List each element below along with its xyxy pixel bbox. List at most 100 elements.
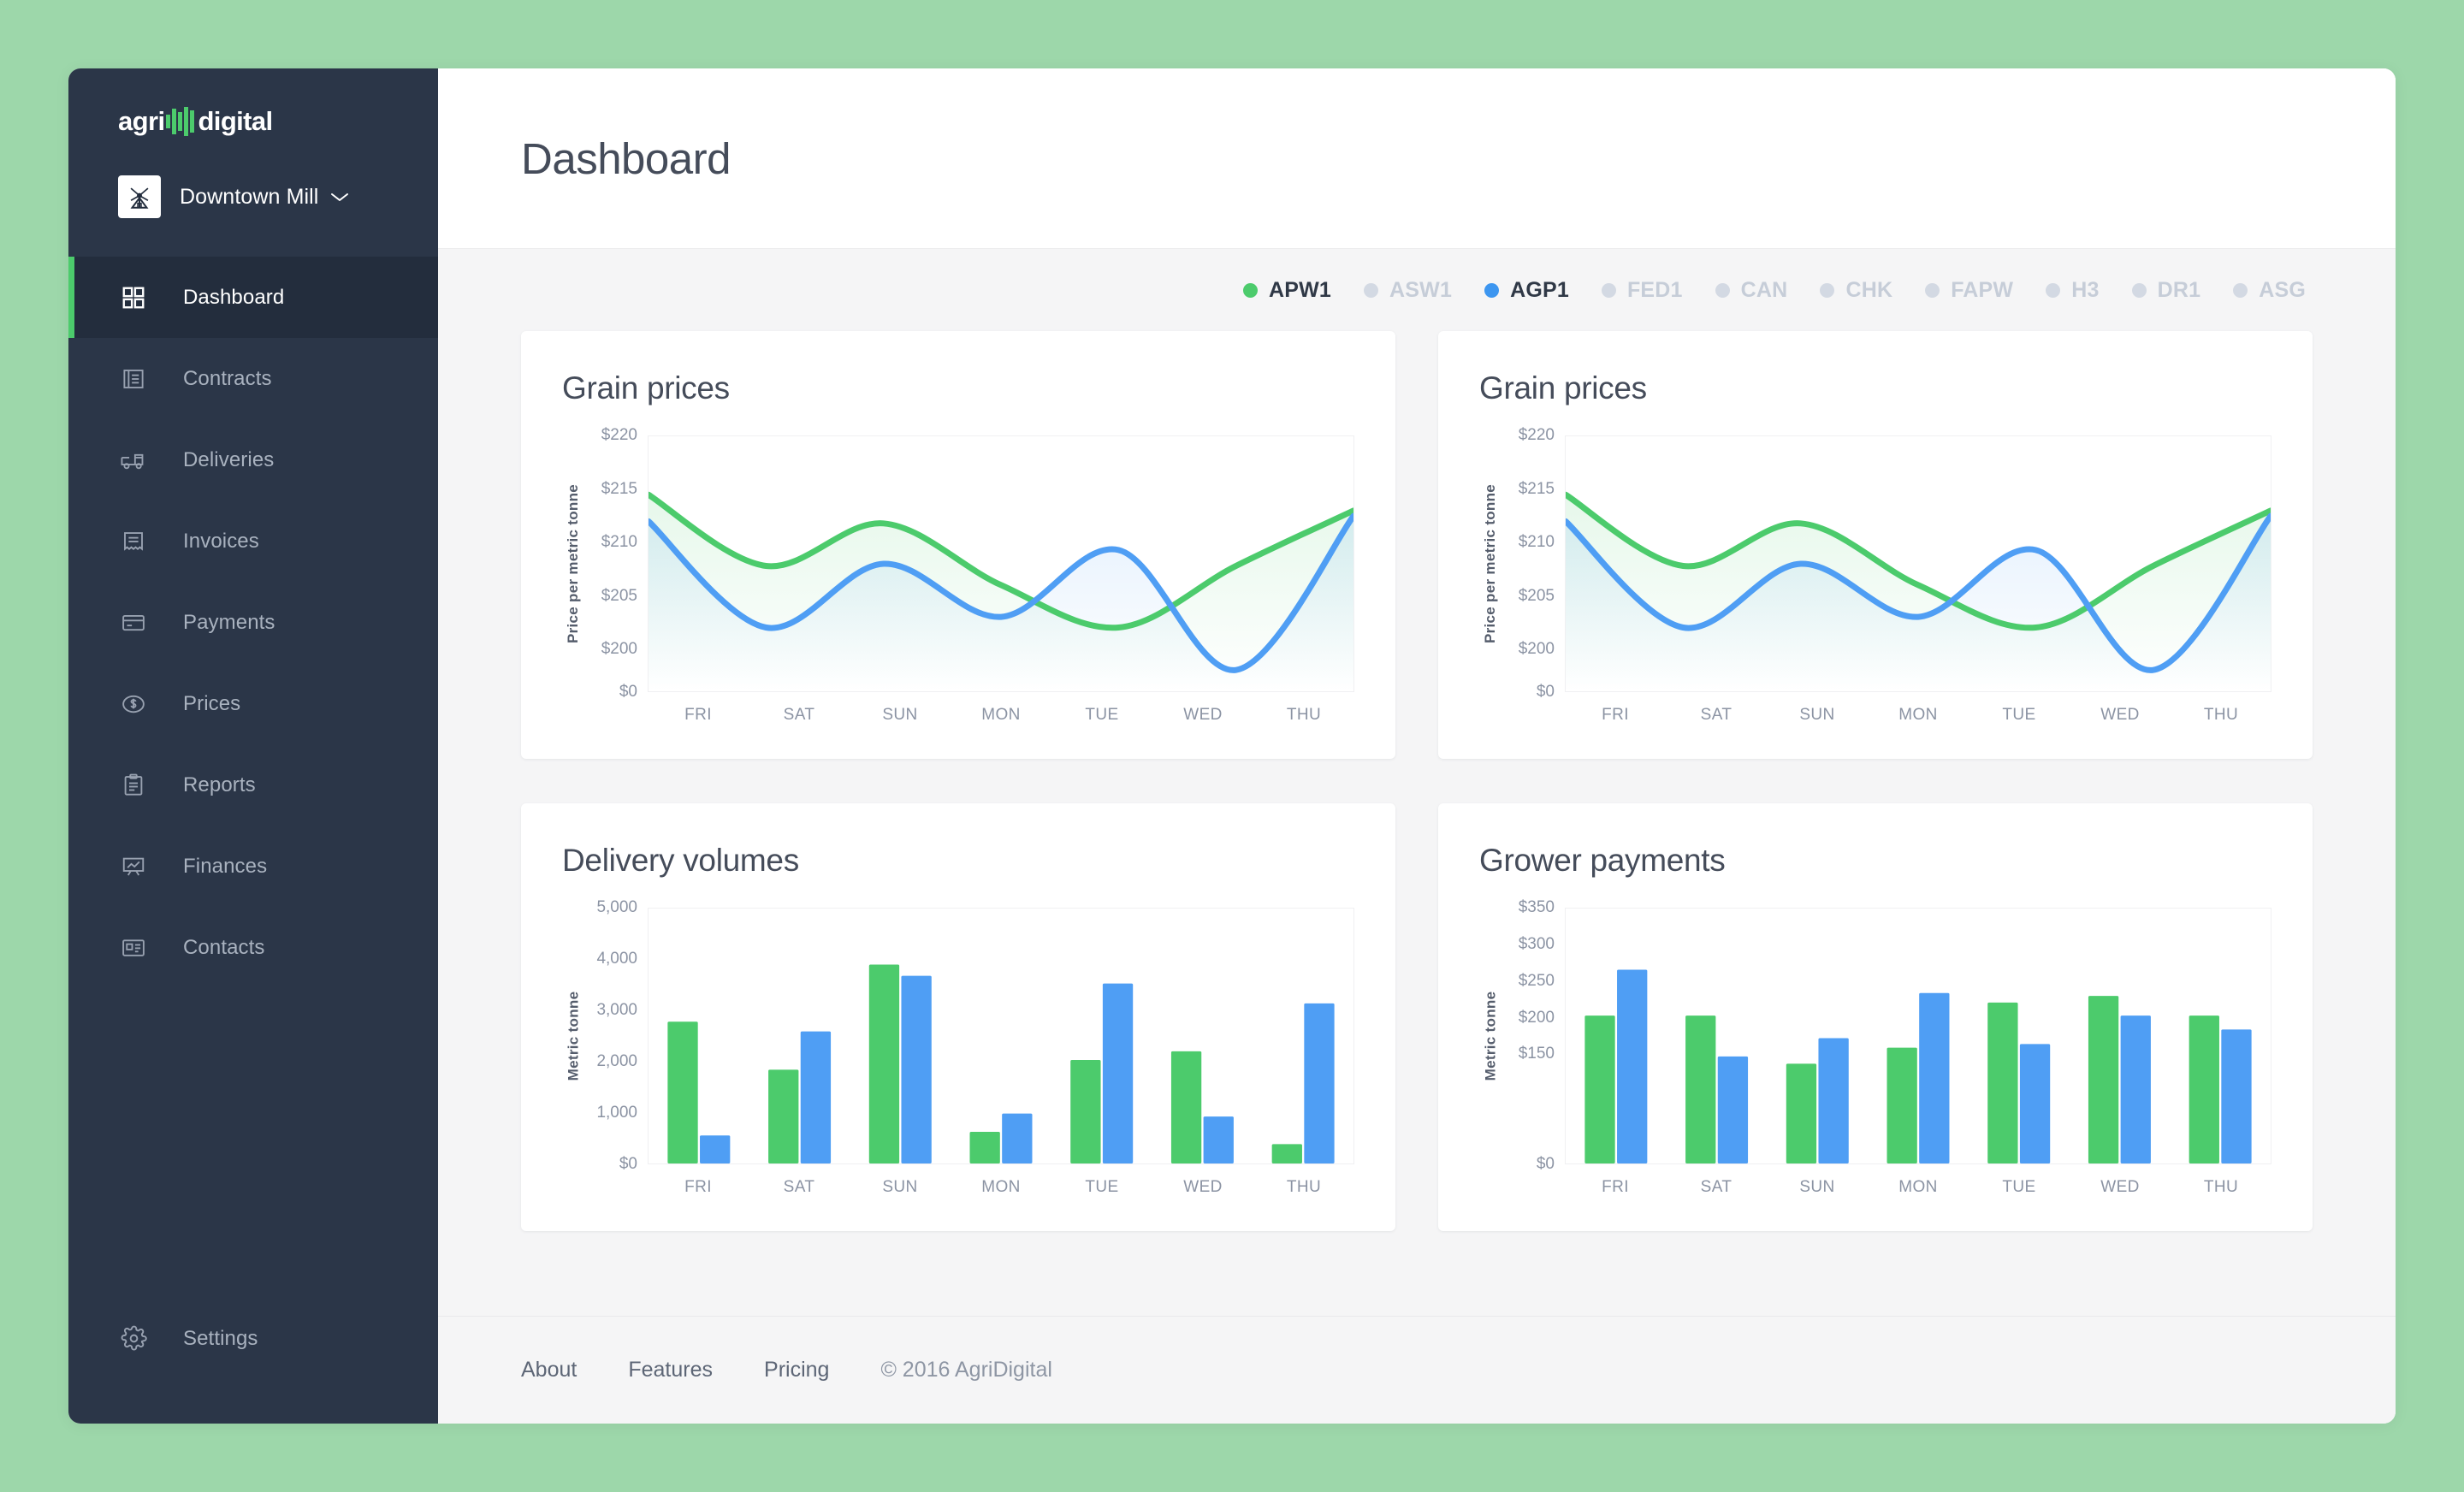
y-tick-label: $210: [1518, 533, 1555, 551]
x-tick-label: MON: [981, 1178, 1021, 1196]
x-tick-label: FRI: [684, 706, 712, 724]
y-tick-label: 5,000: [596, 898, 637, 916]
y-tick-label: $220: [601, 426, 637, 444]
sidebar: agri digital Downtown Mill Dashboard Con…: [68, 68, 438, 1424]
plot-area: [1565, 435, 2272, 692]
legend-label: DR1: [2157, 277, 2201, 302]
sidebar-item-invoices[interactable]: Invoices: [68, 500, 438, 582]
sidebar-item-finances[interactable]: Finances: [68, 826, 438, 907]
sidebar-item-prices[interactable]: Prices: [68, 663, 438, 744]
legend-label: FED1: [1626, 277, 1683, 302]
sidebar-item-reports[interactable]: Reports: [68, 744, 438, 826]
y-tick-label: $205: [601, 586, 637, 605]
legend-item-asw1[interactable]: ASW1: [1364, 278, 1452, 303]
legend-item-chk[interactable]: CHK: [1820, 278, 1892, 303]
card-title: Grain prices: [1479, 370, 1647, 406]
legend-dot-icon: [1820, 282, 1835, 298]
y-axis-ticks: 5,000 4,000 3,000 2,000 1,000 $0: [584, 898, 648, 1173]
legend-dot-icon: [1484, 282, 1500, 298]
legend-dot-icon: [2131, 282, 2147, 298]
credit-card-icon: [118, 607, 149, 638]
footer-link-pricing[interactable]: Pricing: [764, 1358, 829, 1382]
y-tick-label: $215: [601, 479, 637, 498]
legend-item-agp1[interactable]: AGP1: [1484, 278, 1569, 303]
legend-item-apw1[interactable]: APW1: [1243, 278, 1331, 303]
y-tick-label: $0: [619, 1155, 637, 1173]
contact-card-icon: [118, 932, 149, 963]
legend-dot-icon: [1364, 282, 1379, 298]
y-tick-label: $350: [1518, 898, 1555, 916]
y-axis-ticks: $220 $215 $210 $205 $200 $0: [584, 426, 648, 701]
x-axis-row: FRI SAT SUN MON TUE WED THU: [562, 692, 1354, 725]
truck-icon: [118, 445, 149, 476]
sidebar-nav: Dashboard Contracts Deliveries Invoices: [68, 257, 438, 1298]
card-grain-prices-right: Grain prices Price per metric tonne $220…: [1438, 331, 2313, 759]
legend-dot-icon: [1601, 282, 1616, 298]
x-tick-label: WED: [1183, 1178, 1223, 1196]
sidebar-item-contracts[interactable]: Contracts: [68, 338, 438, 419]
legend-label: AGP1: [1510, 277, 1569, 302]
footer-link-about[interactable]: About: [521, 1358, 577, 1382]
legend-item-dr1[interactable]: DR1: [2131, 277, 2201, 303]
chevron-down-icon[interactable]: [330, 192, 349, 203]
legend-item-h3[interactable]: H3: [2046, 278, 2099, 303]
footer-link-features[interactable]: Features: [628, 1358, 713, 1382]
plot-area: [1565, 908, 2272, 1164]
x-axis-row: FRI SAT SUN MON TUE WED THU: [562, 1164, 1354, 1197]
y-tick-label: 4,000: [596, 950, 637, 968]
org-switcher[interactable]: Downtown Mill: [68, 175, 438, 219]
x-tick-label: TUE: [2002, 1178, 2036, 1196]
y-axis-title: Metric tonne: [1482, 991, 1499, 1081]
chart-delivery-volumes: Metric tonne 5,000 4,000 3,000 2,000 1,000 $0: [562, 898, 1354, 1173]
legend-label: APW1: [1269, 277, 1332, 302]
x-tick-label: SUN: [1799, 706, 1835, 724]
y-tick-label: $0: [1536, 1155, 1555, 1173]
legend-item-can[interactable]: CAN: [1715, 278, 1788, 303]
sidebar-item-label: Finances: [183, 854, 268, 878]
receipt-icon: [118, 526, 149, 557]
legend-dot-icon: [1925, 282, 1940, 298]
legend-item-asg[interactable]: ASG: [2233, 278, 2306, 303]
legend-item-fed1[interactable]: FED1: [1601, 277, 1683, 303]
y-tick-label: 2,000: [596, 1052, 637, 1070]
page-header: Dashboard: [438, 68, 2396, 249]
chart-grain-prices-right: Price per metric tonne $220 $215 $210 $205 $…: [1479, 426, 2272, 701]
sidebar-item-payments[interactable]: Payments: [68, 582, 438, 663]
sidebar-item-label: Invoices: [183, 529, 259, 553]
card-grower-payments: Grower payments Metric tonne $350 $300 $25…: [1438, 803, 2313, 1231]
logo-text-right: digital: [198, 106, 273, 136]
x-tick-label: SUN: [882, 706, 918, 724]
legend-item-fapw[interactable]: FAPW: [1925, 278, 2013, 303]
y-axis-ticks: $350 $300 $250 $200 $150 $0: [1502, 898, 1565, 1173]
sidebar-item-label: Contacts: [183, 935, 265, 959]
app-window: agri digital Downtown Mill Dashboard Con…: [68, 68, 2396, 1424]
legend-label: H3: [2071, 277, 2100, 302]
y-tick-label: $200: [601, 640, 637, 658]
x-tick-label: TUE: [1085, 706, 1119, 724]
x-axis-row: FRI SAT SUN MON TUE WED THU: [1479, 1164, 2272, 1197]
plot-area: [648, 435, 1354, 692]
sidebar-item-settings[interactable]: Settings: [68, 1298, 438, 1379]
org-name: Downtown Mill: [180, 184, 319, 209]
page-footer: About Features Pricing © 2016 AgriDigital: [438, 1316, 2396, 1424]
dollar-circle-icon: [118, 689, 149, 719]
sidebar-item-deliveries[interactable]: Deliveries: [68, 419, 438, 500]
card-delivery-volumes: Delivery volumes Metric tonne 5,000 4,000…: [521, 803, 1395, 1231]
legend-label: ASG: [2259, 277, 2306, 302]
x-tick-label: MON: [1898, 1178, 1938, 1196]
card-title: Grower payments: [1479, 843, 1726, 878]
legend-label: ASW1: [1389, 277, 1453, 302]
legend-dot-icon: [2233, 282, 2248, 298]
sidebar-item-label: Settings: [183, 1326, 258, 1350]
legend-label: FAPW: [1951, 277, 2014, 302]
sidebar-item-label: Contracts: [183, 366, 272, 390]
sidebar-item-contacts[interactable]: Contacts: [68, 907, 438, 988]
plot-box: [648, 908, 1354, 1164]
x-tick-label: SAT: [783, 706, 815, 724]
x-tick-label: THU: [2203, 1178, 2239, 1196]
x-tick-label: SAT: [783, 1178, 815, 1196]
plot-box: [1565, 435, 2272, 692]
main-area: Dashboard APW1 ASW1 AGP1 FED1 CAN CHK FAPW H3 DR…: [438, 68, 2396, 1424]
legend-label: CHK: [1845, 277, 1893, 302]
sidebar-item-dashboard[interactable]: Dashboard: [68, 257, 438, 338]
